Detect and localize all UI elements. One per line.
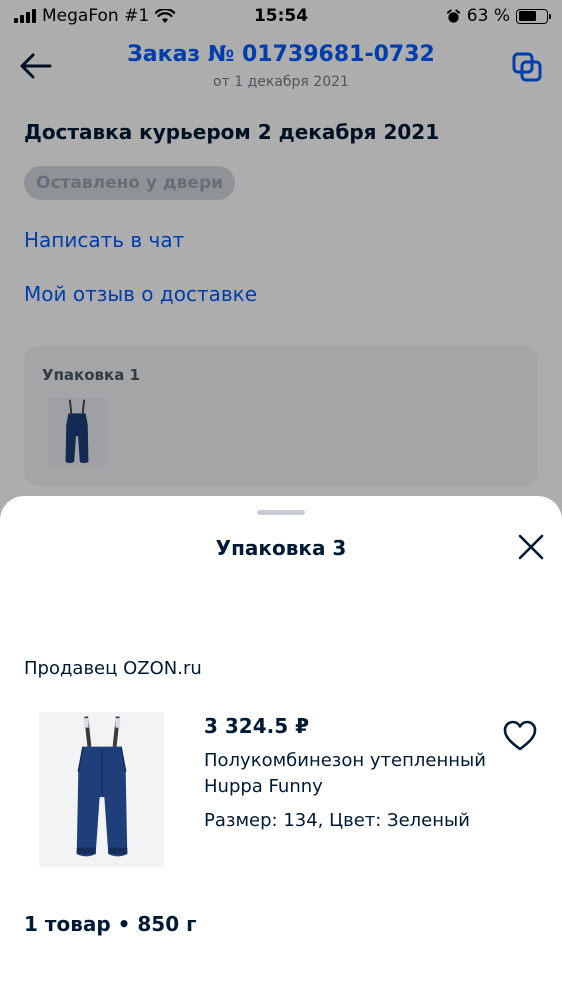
product-price: 3 324.5 ₽ bbox=[204, 714, 310, 738]
battery-percent: 63 % bbox=[466, 6, 510, 26]
sheet-title: Упаковка 3 bbox=[215, 536, 347, 560]
status-bar-left: MegaFon #1 bbox=[14, 6, 176, 26]
status-bar: MegaFon #1 15:54 63 % bbox=[0, 0, 562, 32]
alarm-icon bbox=[446, 8, 460, 23]
sheet-drag-handle[interactable] bbox=[257, 510, 305, 515]
package-bottom-sheet: Упаковка 3 Продавец OZON.ru 3 324.5 ₽ По… bbox=[0, 496, 562, 1000]
product-name[interactable]: Полукомбинезон утепленный Huppa Funny bbox=[204, 748, 504, 800]
status-bar-right: 63 % bbox=[446, 6, 551, 26]
seller-name[interactable]: Продавец OZON.ru bbox=[24, 658, 202, 679]
favorite-button[interactable] bbox=[502, 718, 538, 754]
package-summary: 1 товар • 850 г bbox=[24, 912, 197, 936]
wifi-icon bbox=[155, 8, 176, 23]
close-button[interactable] bbox=[514, 530, 548, 564]
carrier-name: MegaFon #1 bbox=[42, 6, 150, 26]
overalls-image bbox=[76, 715, 127, 856]
signal-icon bbox=[14, 9, 36, 23]
battery-icon bbox=[516, 8, 551, 24]
product-image[interactable] bbox=[39, 712, 164, 867]
heart-icon bbox=[503, 720, 537, 751]
close-icon bbox=[518, 534, 544, 560]
product-attributes: Размер: 134, Цвет: Зеленый bbox=[204, 810, 470, 831]
battery-level bbox=[518, 11, 536, 21]
